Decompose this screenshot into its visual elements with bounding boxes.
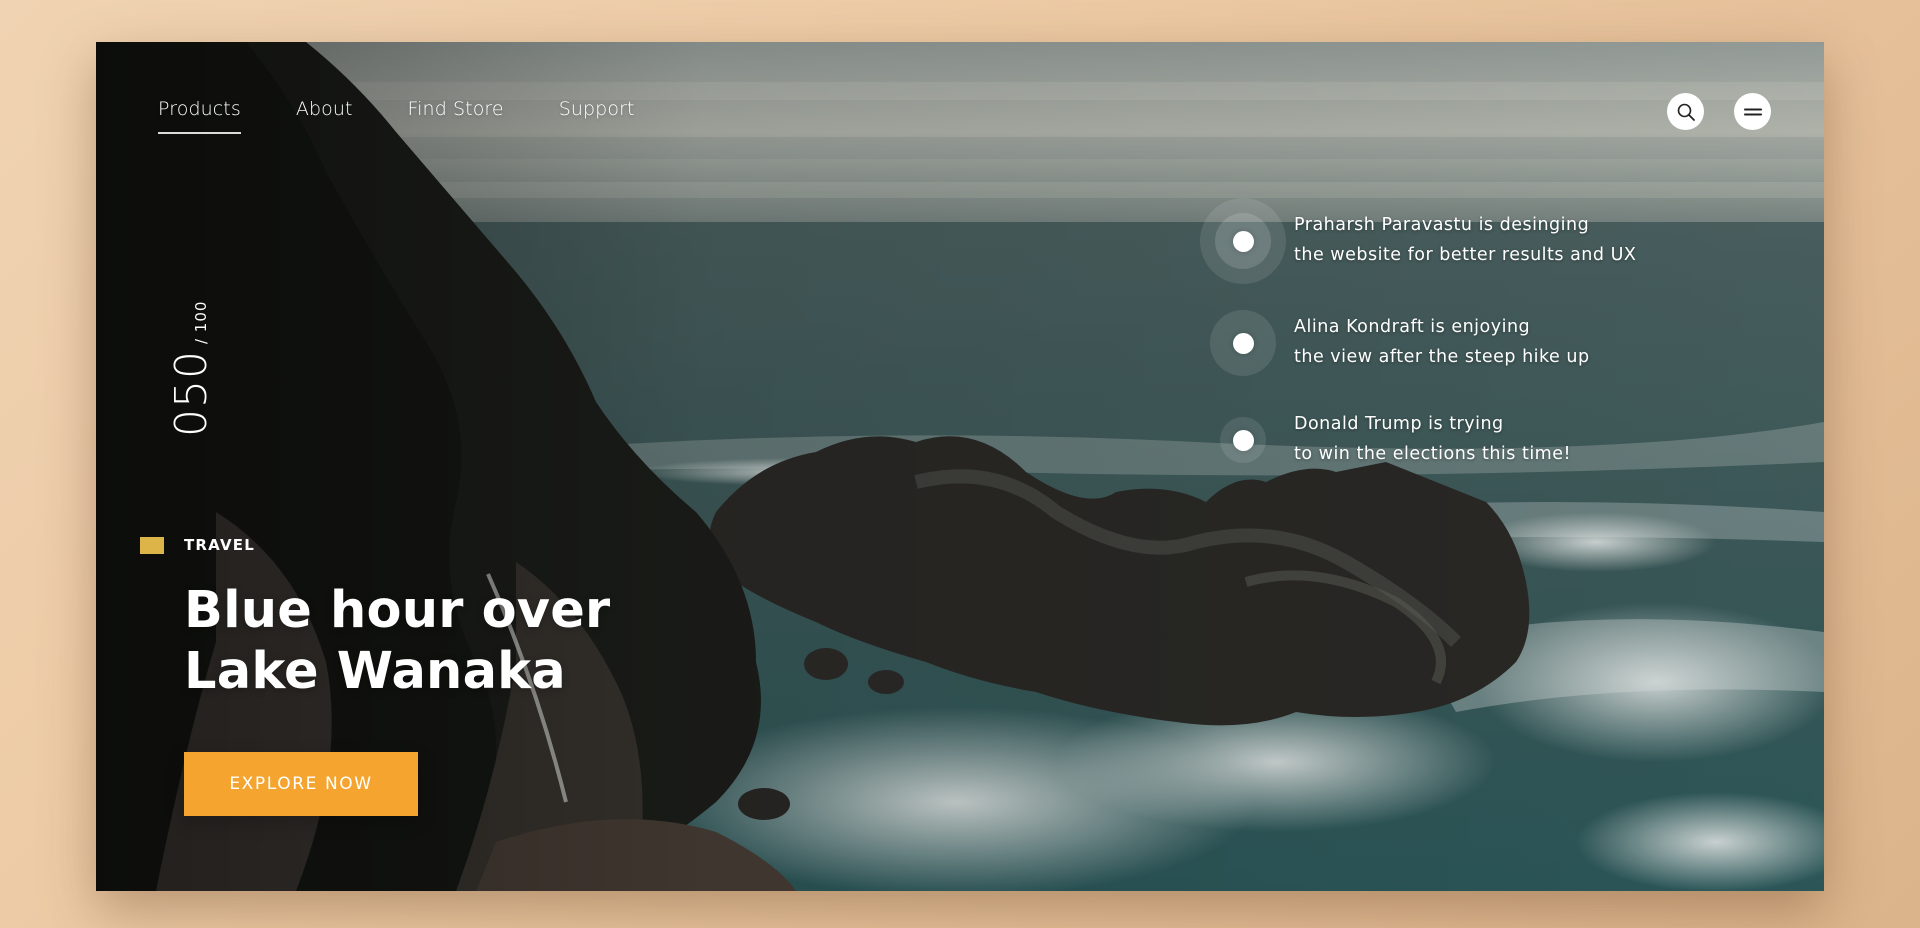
nav-item-find-store[interactable]: Find Store — [408, 98, 504, 134]
feed-line: Alina Kondraft is enjoying — [1294, 317, 1531, 337]
main-nav: Products About Find Store Support — [158, 98, 635, 134]
counter-total: / 100 — [192, 300, 210, 345]
feed-marker — [1200, 198, 1286, 284]
menu-button[interactable] — [1734, 93, 1771, 130]
search-button[interactable] — [1667, 93, 1704, 130]
hero-card: Products About Find Store Support 050 / … — [96, 42, 1824, 891]
explore-now-button[interactable]: EXPLORE NOW — [184, 752, 418, 816]
feed-dot[interactable] — [1232, 429, 1254, 451]
category-label: TRAVEL — [184, 536, 255, 554]
slide-counter: 050 / 100 — [148, 242, 268, 452]
feed-item: Alina Kondraft is enjoying the view afte… — [1200, 300, 1720, 380]
hero-title-line2: Lake Wanaka — [184, 642, 566, 701]
feed-line: Praharsh Paravastu is desinging — [1294, 215, 1590, 235]
feed-text: Praharsh Paravastu is desinging the webs… — [1294, 210, 1636, 270]
hero-title: Blue hour over Lake Wanaka — [184, 580, 610, 702]
menu-icon — [1743, 108, 1762, 115]
nav-item-products[interactable]: Products — [158, 98, 241, 134]
counter-current: 050 — [166, 350, 217, 437]
feed-line: to win the elections this time! — [1294, 444, 1572, 464]
feed-line: the view after the steep hike up — [1294, 347, 1590, 367]
feed-line: the website for better results and UX — [1294, 245, 1637, 265]
feed-line: Donald Trump is trying — [1294, 414, 1504, 434]
category-swatch — [140, 536, 164, 554]
feed-item: Praharsh Paravastu is desinging the webs… — [1200, 198, 1720, 284]
feed-marker — [1200, 397, 1286, 483]
feed-text: Alina Kondraft is enjoying the view afte… — [1294, 312, 1590, 372]
feed-item: Donald Trump is trying to win the electi… — [1200, 397, 1720, 477]
feed-dot[interactable] — [1232, 230, 1254, 252]
feed-text: Donald Trump is trying to win the electi… — [1294, 409, 1571, 469]
nav-item-about[interactable]: About — [296, 98, 353, 134]
nav-item-support[interactable]: Support — [559, 98, 635, 134]
search-icon — [1677, 103, 1695, 121]
feed-marker — [1200, 300, 1286, 386]
feed-dot[interactable] — [1232, 332, 1254, 354]
category-tag: TRAVEL — [140, 536, 255, 554]
hero-title-line1: Blue hour over — [184, 581, 611, 640]
